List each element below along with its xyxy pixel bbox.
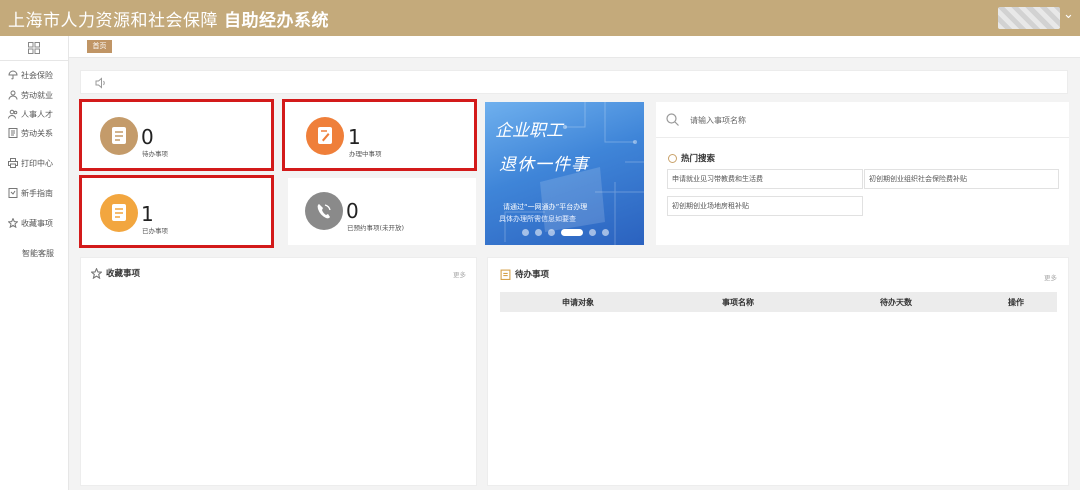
completed-label: 已办事项	[142, 227, 168, 235]
top-header: 上海市人力资源和社会保障 自助经办系统 ⌄	[0, 0, 1080, 36]
user-avatar[interactable]	[998, 7, 1060, 29]
in-progress-label: 办理中事项	[349, 150, 382, 158]
hot-search-title: 热门搜索	[668, 152, 715, 164]
search-input[interactable]	[690, 112, 1050, 128]
stat-card-pending[interactable]: 0 待办事项	[79, 99, 274, 171]
pending-label: 待办事项	[142, 150, 168, 158]
hot-search-label: 热门搜索	[681, 154, 716, 164]
banner-title-line1: 企业职工	[495, 121, 563, 141]
sidebar-item-employment[interactable]: 劳动就业	[8, 88, 53, 102]
sidebar-item-labor-relations[interactable]: 劳动关系	[8, 126, 53, 140]
favorites-more-link[interactable]: 更多	[453, 269, 466, 279]
appointments-count: 0	[346, 199, 359, 223]
sidebar-item-label: 新手指南	[21, 188, 53, 198]
completed-count: 1	[141, 202, 154, 226]
search-icon[interactable]	[666, 113, 679, 126]
appointments-label: 已预约事项(未开放)	[347, 224, 405, 232]
speaker-icon	[95, 77, 105, 89]
hot-search-item[interactable]: 初创期创业组织社会保险费补贴	[864, 169, 1059, 189]
carousel-dot[interactable]	[602, 229, 609, 236]
people-icon	[8, 109, 18, 119]
favorites-title: 收藏事项	[91, 267, 140, 279]
completed-icon	[100, 194, 138, 232]
promo-banner[interactable]: 企业职工 退休一件事 请通过“一网通办”平台办理 具体办理所需信息如要查	[485, 102, 644, 245]
sidebar-item-label: 劳动就业	[21, 90, 53, 100]
sidebar-item-guide[interactable]: 新手指南	[8, 186, 53, 200]
carousel-dot[interactable]	[589, 229, 596, 236]
banner-text-line1: 请通过“一网通办”平台办理	[503, 203, 588, 211]
banner-title-line2: 退休一件事	[499, 155, 589, 175]
carousel-dot[interactable]	[548, 229, 555, 236]
app-title-main: 上海市人力资源和社会保障	[8, 11, 218, 31]
todo-title: 待办事项	[500, 268, 549, 280]
sidebar-item-favorites[interactable]: 收藏事项	[8, 216, 53, 230]
sidebar-divider	[0, 60, 69, 61]
favorites-title-text: 收藏事项	[106, 269, 141, 279]
column-header: 事项名称	[722, 298, 754, 307]
hot-search-item[interactable]: 申请就业见习带教费和生活费	[667, 169, 863, 189]
star-icon	[8, 218, 18, 228]
search-box	[656, 102, 1069, 138]
sidebar-item-label: 智能客服	[22, 248, 54, 258]
sidebar-item-print-center[interactable]: 打印中心	[8, 156, 53, 170]
carousel-dot[interactable]	[522, 229, 529, 236]
todo-table-header: 申请对象 事项名称 待办天数 操作	[500, 292, 1057, 312]
banner-text-line2: 具体办理所需信息如要查	[499, 215, 576, 223]
column-header: 操作	[1008, 298, 1024, 307]
todo-more-link[interactable]: 更多	[1044, 272, 1057, 282]
pending-count: 0	[141, 125, 154, 149]
column-header: 申请对象	[562, 298, 594, 307]
stat-card-in-progress[interactable]: 1 办理中事项	[282, 99, 477, 171]
favorites-panel: 收藏事项 更多	[80, 257, 477, 486]
notice-bar	[80, 70, 1068, 94]
person-icon	[8, 90, 18, 100]
chevron-down-icon[interactable]: ⌄	[1063, 7, 1074, 22]
grid-icon[interactable]	[28, 42, 40, 54]
tab-bar: 首页	[69, 36, 1080, 58]
tab-home[interactable]: 首页	[87, 40, 112, 53]
carousel-dot-active[interactable]	[561, 229, 583, 236]
in-progress-icon	[306, 117, 344, 155]
printer-icon	[8, 158, 18, 168]
sidebar-item-social-insurance[interactable]: 社会保险	[8, 68, 53, 82]
todo-title-text: 待办事项	[515, 270, 550, 280]
sidebar-item-label: 劳动关系	[21, 128, 53, 138]
sidebar-item-label: 收藏事项	[21, 218, 53, 228]
search-panel: 热门搜索 申请就业见习带教费和生活费 初创期创业组织社会保险费补贴 初创期创业场…	[656, 102, 1069, 245]
in-progress-count: 1	[348, 125, 361, 149]
sidebar-item-label: 人事人才	[21, 109, 53, 119]
hot-search-item[interactable]: 初创期创业场地房租补贴	[667, 196, 863, 216]
phone-icon	[305, 192, 343, 230]
umbrella-icon	[8, 70, 18, 80]
pending-icon	[100, 117, 138, 155]
star-icon	[91, 267, 102, 279]
clipboard-icon	[500, 269, 511, 280]
sidebar-item-label: 打印中心	[21, 158, 53, 168]
stat-card-appointments[interactable]: 0 已预约事项(未开放)	[288, 178, 476, 245]
sidebar-item-label: 社会保险	[21, 70, 53, 80]
document-icon	[8, 128, 18, 138]
todo-panel: 待办事项 更多 申请对象 事项名称 待办天数 操作	[487, 257, 1069, 486]
stat-card-completed[interactable]: 1 已办事项	[79, 175, 274, 248]
sidebar-item-personnel[interactable]: 人事人才	[8, 107, 53, 121]
carousel-dot[interactable]	[535, 229, 542, 236]
column-header: 待办天数	[880, 298, 912, 307]
guide-icon	[8, 188, 18, 198]
sidebar-item-smart-service[interactable]: 智能客服	[22, 246, 54, 260]
sidebar: 社会保险 劳动就业 人事人才 劳动关系 打印中心 新手指南 收藏事项 智能客服	[0, 36, 69, 490]
hot-icon	[668, 153, 677, 163]
app-title: 上海市人力资源和社会保障 自助经办系统	[8, 6, 329, 31]
app-title-strong: 自助经办系统	[224, 11, 329, 31]
